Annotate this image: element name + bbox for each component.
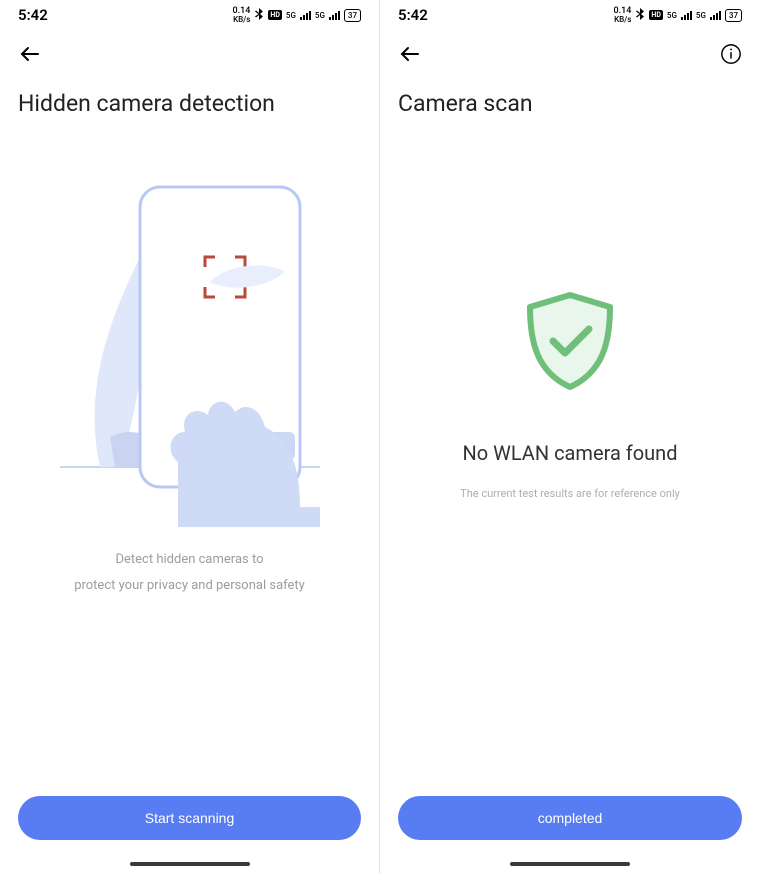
result-subtitle: The current test results are for referen… xyxy=(460,487,680,500)
desc-line-1: Detect hidden cameras to xyxy=(74,547,305,573)
result-title: No WLAN camera found xyxy=(462,441,677,465)
signal-2: 5G xyxy=(315,10,340,20)
page-title: Camera scan xyxy=(398,90,742,117)
result-area: No WLAN camera found The current test re… xyxy=(398,117,742,796)
phone-plant-illustration: 02:36 xyxy=(60,177,320,527)
status-indicators: 0.14 KB/s HD 5G 5G 37 xyxy=(233,7,361,24)
illustration: 02:36 Detect hidden cameras to protect y… xyxy=(18,117,361,796)
status-time: 5:42 xyxy=(398,6,428,24)
hd-badge: HD xyxy=(649,10,663,20)
description: Detect hidden cameras to protect your pr… xyxy=(74,547,305,599)
start-scanning-button[interactable]: Start scanning xyxy=(18,796,361,840)
signal-1: 5G xyxy=(667,10,692,20)
home-indicator[interactable] xyxy=(510,862,630,866)
nav-row xyxy=(398,30,742,82)
status-bar: 5:42 0.14 KB/s HD 5G 5G 37 xyxy=(398,0,742,30)
status-indicators: 0.14 KB/s HD 5G 5G 37 xyxy=(614,7,742,24)
signal-2: 5G xyxy=(696,10,721,20)
page-title: Hidden camera detection xyxy=(18,90,361,117)
network-speed: 0.14 KB/s xyxy=(233,7,251,24)
bluetooth-icon xyxy=(635,8,645,23)
desc-line-2: protect your privacy and personal safety xyxy=(74,573,305,599)
nav-row xyxy=(18,30,361,82)
back-icon[interactable] xyxy=(18,42,42,70)
signal-1: 5G xyxy=(286,10,311,20)
status-bar: 5:42 0.14 KB/s HD 5G 5G 37 xyxy=(18,0,361,30)
completed-button[interactable]: completed xyxy=(398,796,742,840)
screen-camera-scan: 5:42 0.14 KB/s HD 5G 5G 37 xyxy=(380,0,760,874)
battery-indicator: 37 xyxy=(725,9,742,22)
bluetooth-icon xyxy=(254,8,264,23)
hd-badge: HD xyxy=(268,10,282,20)
back-icon[interactable] xyxy=(398,42,422,70)
info-icon[interactable] xyxy=(720,43,742,69)
screen-hidden-camera-detection: 5:42 0.14 KB/s HD 5G 5G 37 H xyxy=(0,0,380,874)
home-indicator[interactable] xyxy=(130,862,250,866)
status-time: 5:42 xyxy=(18,6,48,24)
network-speed: 0.14 KB/s xyxy=(614,7,632,24)
shield-check-icon xyxy=(515,287,625,397)
battery-indicator: 37 xyxy=(344,9,361,22)
